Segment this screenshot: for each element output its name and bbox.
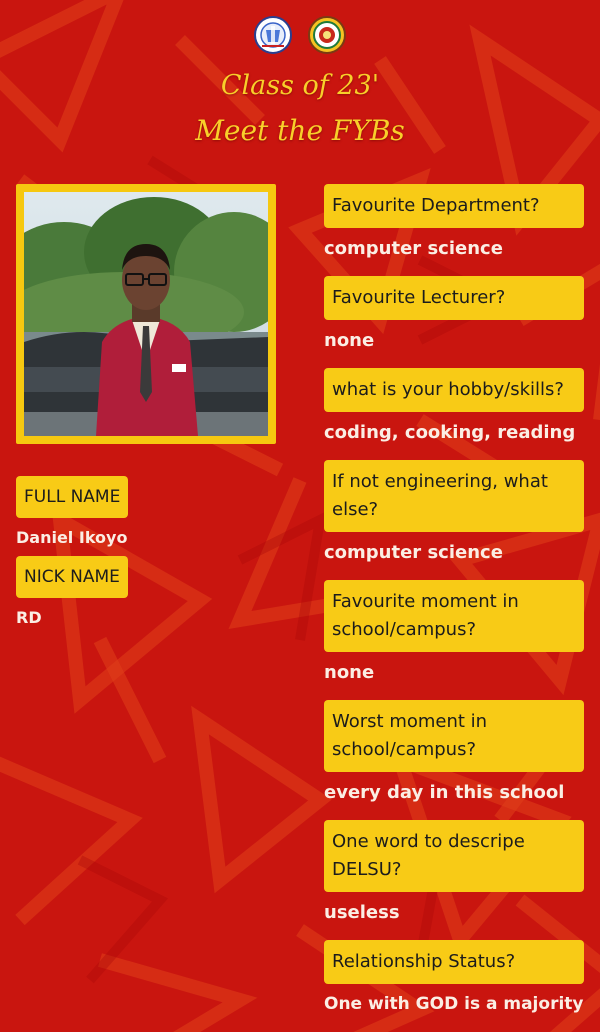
answer-text: every day in this school: [324, 782, 565, 803]
question-box: If not engineering, what else?: [324, 460, 584, 532]
university-crest-icon: [254, 16, 293, 54]
nick-name-label: NICK NAME: [16, 556, 128, 598]
question-box: One word to descripe DELSU?: [324, 820, 584, 892]
society-seal-icon: [307, 16, 346, 54]
qa-item: what is your hobby/skills? coding, cooki…: [324, 368, 584, 443]
answer-text: useless: [324, 902, 400, 923]
qa-item: Favourite Department? computer science: [324, 184, 584, 259]
qa-item: Relationship Status? One with GOD is a m…: [324, 940, 584, 1014]
question-box: Favourite moment in school/campus?: [324, 580, 584, 652]
nick-name-value: RD: [16, 608, 42, 627]
answer-text: computer science: [324, 238, 503, 259]
fyb-profile-card: Class of 23' Meet the FYBs FULL NAME Dan…: [0, 0, 600, 1032]
question-box: Favourite Department?: [324, 184, 584, 228]
answer-text: none: [324, 662, 375, 683]
profile-photo-frame: [16, 184, 276, 444]
class-title: Class of 23': [220, 70, 380, 101]
question-box: what is your hobby/skills?: [324, 368, 584, 412]
qa-item: Favourite moment in school/campus? none: [324, 580, 584, 683]
answer-text: none: [324, 330, 375, 351]
meet-title: Meet the FYBs: [195, 114, 405, 147]
logo-row: [0, 16, 600, 56]
full-name-value: Daniel Ikoyo: [16, 528, 128, 547]
question-box: Relationship Status?: [324, 940, 584, 984]
qa-item: One word to descripe DELSU? useless: [324, 820, 584, 923]
question-box: Worst moment in school/campus?: [324, 700, 584, 772]
qa-item: If not engineering, what else? computer …: [324, 460, 584, 563]
profile-photo: [24, 192, 268, 436]
qa-item: Favourite Lecturer? none: [324, 276, 584, 351]
answer-text: One with GOD is a majority: [324, 994, 584, 1014]
answer-text: coding, cooking, reading: [324, 422, 576, 443]
qa-item: Worst moment in school/campus? every day…: [324, 700, 584, 803]
full-name-label: FULL NAME: [16, 476, 129, 518]
answer-text: computer science: [324, 542, 503, 563]
question-box: Favourite Lecturer?: [324, 276, 584, 320]
